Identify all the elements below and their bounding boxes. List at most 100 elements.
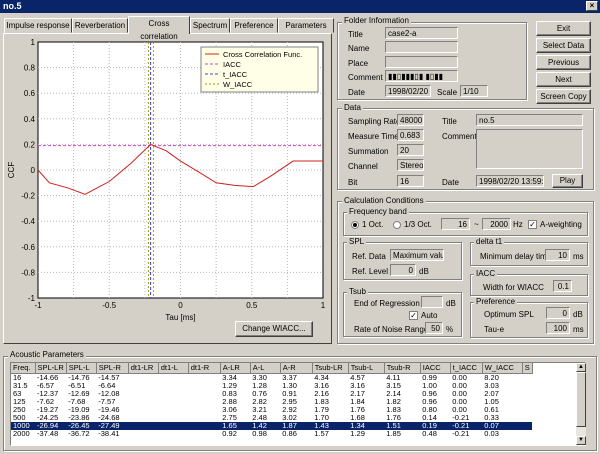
table-cell <box>128 398 158 406</box>
ref-level-label: Ref. Level <box>352 267 389 276</box>
change-wiacc-button[interactable]: Change WIACC... <box>235 321 313 337</box>
summation-field: 20 <box>397 144 424 156</box>
ref-level-unit: dB <box>419 267 429 276</box>
table-cell: 0.03 <box>484 428 499 438</box>
table-cell: 0.86 <box>282 428 297 438</box>
noise-rate-field[interactable]: 50 <box>425 322 443 334</box>
noise-rate-unit: % <box>446 325 454 334</box>
folder-place-label: Place <box>348 59 369 68</box>
measure-time-label: Measure Time <box>348 132 399 141</box>
table-cell: 0.98 <box>252 428 267 438</box>
tab-cross-correlation[interactable]: Cross correlation <box>128 16 190 41</box>
column-header[interactable]: Tsub-LR <box>312 363 349 374</box>
column-header[interactable]: SPL-L <box>66 363 97 374</box>
folder-place-field <box>385 56 458 68</box>
freq-hz-unit: Hz <box>513 220 523 229</box>
tab-preference[interactable]: Preference <box>230 18 278 33</box>
optimum-spl-field[interactable]: 0 <box>546 307 570 319</box>
column-header[interactable]: dt1-LR <box>128 363 159 374</box>
table-cell: -0.21 <box>452 428 470 438</box>
min-delay-field[interactable]: 10 <box>545 249 570 261</box>
window-title: no.5 <box>3 1 22 11</box>
sampling-rate-field: 48000 <box>397 114 424 126</box>
next-button[interactable]: Next <box>536 72 591 87</box>
end-regression-field[interactable] <box>421 296 443 308</box>
auto-checkbox[interactable]: ✓ <box>409 311 418 320</box>
min-delay-unit: ms <box>573 252 584 261</box>
one-octave-label: 1 Oct. <box>362 220 384 229</box>
calculation-conditions-title: Calculation Conditions <box>342 196 426 206</box>
freq-high-field[interactable]: 2000 <box>482 218 511 230</box>
table-cell <box>188 422 220 430</box>
one-octave-radio[interactable] <box>351 221 359 229</box>
column-header[interactable]: Freq. <box>11 363 36 374</box>
table-cell <box>188 398 220 406</box>
folder-information-title: Folder Information <box>342 16 411 26</box>
column-header[interactable]: dt1-L <box>158 363 189 374</box>
column-header[interactable]: IACC <box>420 363 451 374</box>
column-header[interactable]: W_IACC <box>482 363 523 374</box>
table-cell: 2000 <box>13 428 30 438</box>
column-header[interactable]: A-LR <box>220 363 251 374</box>
exit-button[interactable]: Exit <box>536 21 591 36</box>
table-cell <box>188 382 220 390</box>
table-cell <box>128 406 158 414</box>
column-header[interactable]: SPL-LR <box>35 363 67 374</box>
data-date-field: 1998/02/20 13:59:08 <box>476 175 544 187</box>
table-cell: -37.48 <box>37 428 59 438</box>
table-cell <box>158 373 188 382</box>
column-header[interactable]: A-R <box>280 363 313 374</box>
screen-copy-button[interactable]: Screen Copy <box>536 89 591 104</box>
column-header[interactable]: S <box>522 363 533 374</box>
x-tick-label: -1 <box>34 301 42 310</box>
x-tick-label: 1 <box>321 301 326 310</box>
tab-parameters[interactable]: Parameters <box>278 18 334 33</box>
table-cell <box>522 414 532 422</box>
column-header[interactable]: Tsub-L <box>348 363 385 374</box>
table-cell: -36.72 <box>68 428 90 438</box>
legend-label: W_IACC <box>223 80 253 89</box>
column-header[interactable]: dt1-R <box>188 363 221 374</box>
scroll-thumb[interactable] <box>576 372 586 427</box>
scroll-up-icon[interactable]: ▲ <box>576 363 586 372</box>
table-scrollbar[interactable]: ▲ ▼ <box>576 363 586 445</box>
window-title-bar: no.5 <box>0 0 600 13</box>
folder-date-label: Date <box>348 88 365 97</box>
tau-e-field[interactable]: 100 <box>546 322 570 334</box>
width-wiacc-field[interactable]: 0.1 <box>553 280 572 292</box>
folder-comment-field: ▮▮▯▮▮▮▯▮ ▮▯▮▮ <box>385 70 458 82</box>
previous-button[interactable]: Previous <box>536 55 591 70</box>
select-data-button[interactable]: Select Data <box>536 38 591 53</box>
ref-level-field[interactable]: 0 <box>390 264 416 276</box>
column-header[interactable]: SPL-R <box>96 363 129 374</box>
close-icon[interactable]: × <box>586 1 598 11</box>
ref-data-field[interactable]: Maximum value <box>390 249 444 261</box>
tab-reverberation[interactable]: Reverberation <box>72 18 128 33</box>
freq-low-field[interactable]: 16 <box>441 218 470 230</box>
play-button[interactable]: Play <box>552 174 583 188</box>
y-tick-label: 0.4 <box>24 115 36 124</box>
acoustic-parameters-table[interactable]: Freq. SPL-LR SPL-L SPL-R dt1-LR dt1-L dt1-R A-L… <box>10 362 586 446</box>
table-row[interactable]: 2000 -37.48 -36.72 -38.41 0.92 0.98 0.86 1.57 1.… <box>11 428 532 438</box>
data-group-title: Data <box>342 103 363 113</box>
table-cell <box>188 406 220 414</box>
table-cell <box>522 422 532 430</box>
scroll-down-icon[interactable]: ▼ <box>576 436 586 445</box>
bit-field: 16 <box>397 175 424 187</box>
a-weighting-checkbox[interactable]: ✓ <box>528 220 537 229</box>
end-regression-unit: dB <box>446 299 456 308</box>
third-octave-radio[interactable] <box>393 221 401 229</box>
column-header[interactable]: A-L <box>250 363 281 374</box>
table-cell <box>188 414 220 422</box>
tab-impulse-response[interactable]: Impulse response <box>4 18 72 33</box>
third-octave-label: 1/3 Oct. <box>404 220 433 229</box>
folder-title-label: Title <box>348 30 363 39</box>
table-cell <box>128 414 158 422</box>
column-header[interactable]: Tsub-R <box>384 363 421 374</box>
bit-label: Bit <box>348 178 358 187</box>
table-cell: 0.48 <box>422 428 437 438</box>
table-cell: -38.41 <box>98 428 120 438</box>
tab-spectrum[interactable]: Spectrum <box>190 18 230 33</box>
y-tick-label: -0.6 <box>21 243 35 252</box>
column-header[interactable]: t_IACC <box>450 363 483 374</box>
